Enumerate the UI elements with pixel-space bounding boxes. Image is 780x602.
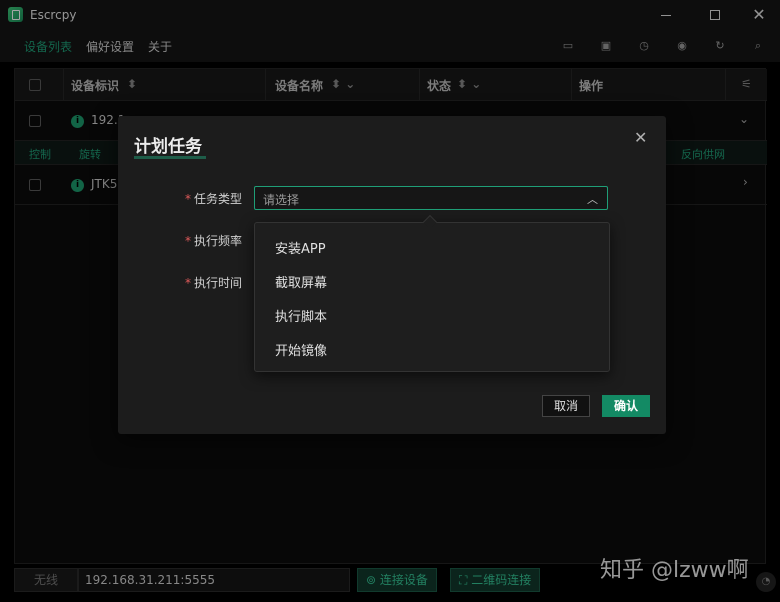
confirm-button[interactable]: 确认 xyxy=(602,395,650,417)
dialog-title: 计划任务 xyxy=(134,137,202,157)
option-install-app[interactable]: 安装APP xyxy=(275,238,326,257)
task-type-label: * 任务类型 xyxy=(184,192,242,206)
close-icon[interactable]: ✕ xyxy=(634,128,647,147)
chevron-up-icon: ︿ xyxy=(587,193,598,206)
schedule-task-dialog: 计划任务 ✕ * 任务类型 * 执行频率 * 执行时间 请选择 ︿ 安装APP 截取屏… xyxy=(118,116,666,434)
option-run-script[interactable]: 执行脚本 xyxy=(275,306,327,325)
option-start-mirror[interactable]: 开始镜像 xyxy=(275,340,327,359)
task-type-dropdown: 安装APP 截取屏幕 执行脚本 开始镜像 xyxy=(254,214,610,372)
time-label: * 执行时间 xyxy=(184,276,242,290)
cancel-button[interactable]: 取消 xyxy=(542,395,590,417)
frequency-label: * 执行频率 xyxy=(184,234,242,248)
select-placeholder: 请选择 xyxy=(263,193,300,207)
task-type-select[interactable]: 请选择 ︿ xyxy=(254,186,608,210)
option-screenshot[interactable]: 截取屏幕 xyxy=(275,272,327,291)
